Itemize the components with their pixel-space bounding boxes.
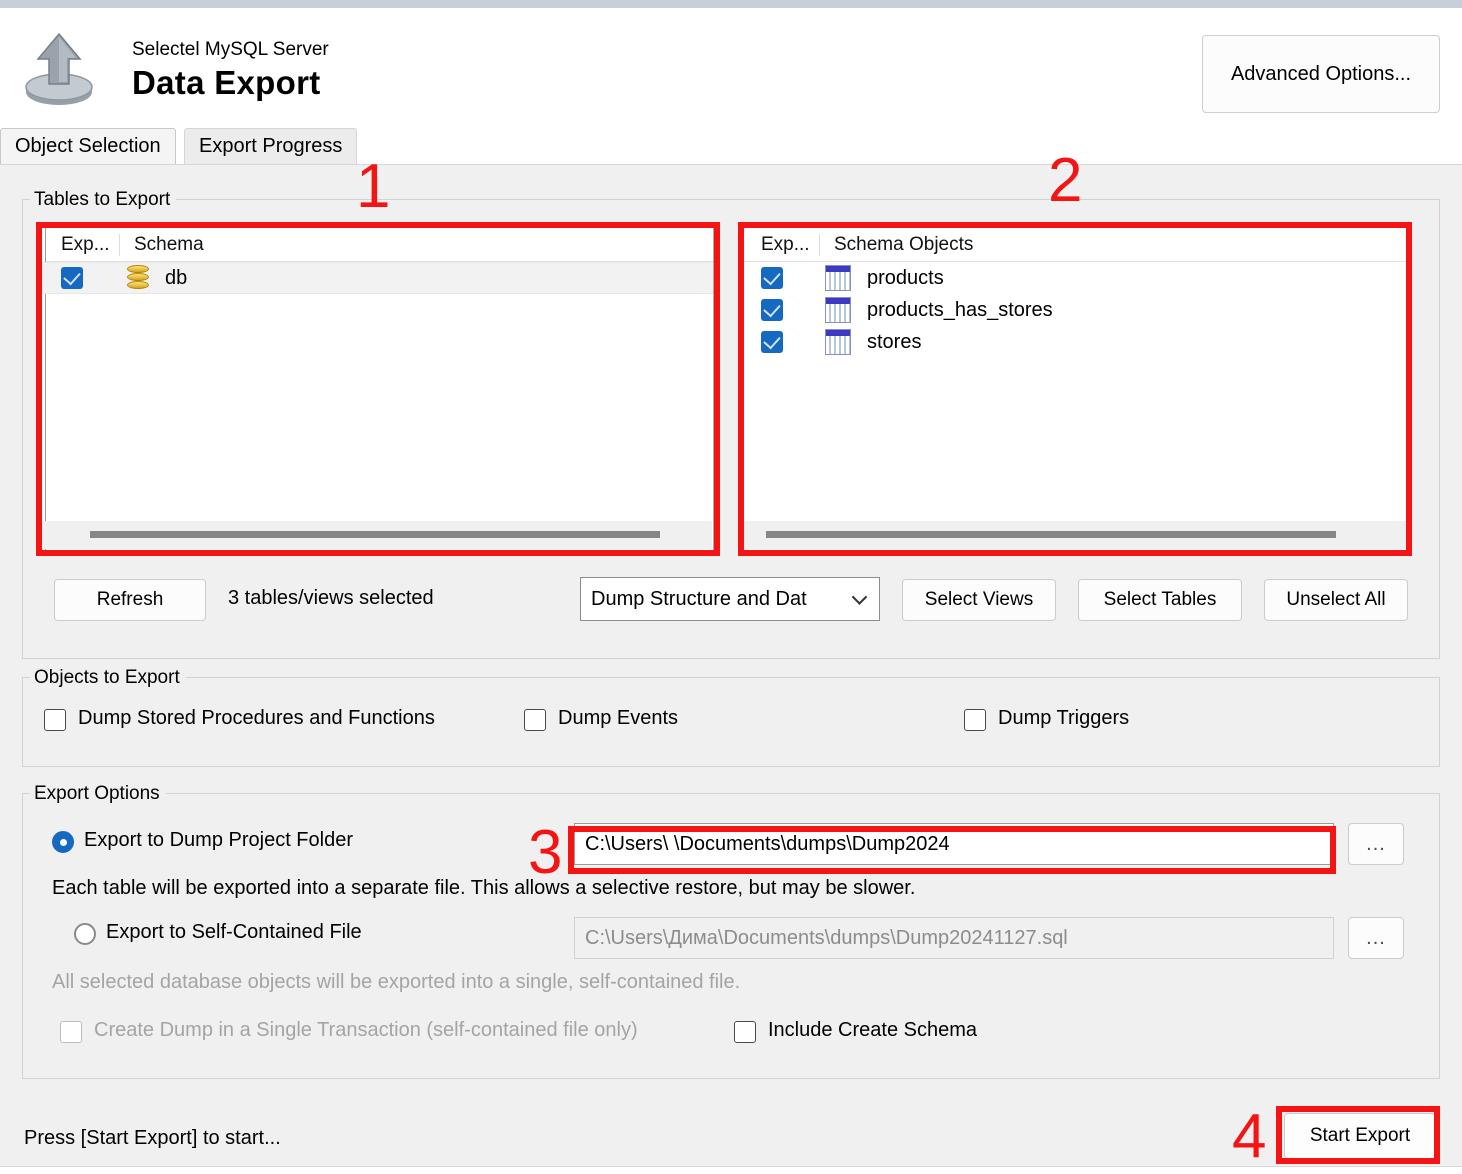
left-list-header: Exp... Schema (41, 228, 713, 262)
left-list-hscrollbar[interactable] (42, 521, 712, 549)
export-to-self-contained-label: Export to Self-Contained File (106, 921, 362, 943)
row-checkbox-checked[interactable] (61, 267, 83, 289)
table-icon (825, 329, 851, 355)
dump-triggers-label: Dump Triggers (998, 707, 1130, 729)
single-transaction-checkbox[interactable] (60, 1021, 82, 1043)
dump-events-checkbox[interactable] (524, 709, 546, 731)
browse-project-folder-button[interactable]: ... (1348, 823, 1404, 865)
object-name-label: stores (867, 330, 922, 353)
objects-to-export-group: Objects to Export Dump Stored Procedures… (22, 667, 1440, 767)
object-name-label: products (867, 266, 944, 289)
tables-to-export-legend: Tables to Export (30, 189, 177, 210)
export-options-group: Export Options Export to Dump Project Fo… (22, 783, 1440, 1079)
right-list-header: Exp... Schema Objects (741, 228, 1407, 262)
export-to-self-contained-radio[interactable] (74, 923, 96, 945)
left-tables-list[interactable]: Exp... Schema db (40, 227, 714, 551)
select-tables-button[interactable]: Select Tables (1078, 579, 1242, 621)
header-subtitle: Selectel MySQL Server (132, 39, 329, 60)
wizard-header: Selectel MySQL Server Data Export Advanc… (0, 8, 1462, 126)
export-to-project-folder-radio[interactable] (52, 831, 74, 853)
objects-to-export-legend: Objects to Export (30, 667, 186, 688)
left-list-body: db (41, 262, 713, 294)
table-icon (825, 297, 851, 323)
table-icon (825, 265, 851, 291)
table-row[interactable]: db (41, 262, 713, 294)
table-row[interactable]: products_has_stores (741, 294, 1407, 326)
row-checkbox-checked[interactable] (761, 331, 783, 353)
include-create-schema-label: Include Create Schema (768, 1019, 978, 1041)
tab-bar: Object Selection Export Progress (0, 128, 1462, 164)
start-export-button[interactable]: Start Export (1284, 1113, 1436, 1159)
tab-object-selection[interactable]: Object Selection (0, 128, 176, 164)
select-views-button[interactable]: Select Views (902, 579, 1056, 621)
right-list-body: products products_has_stores stores (741, 262, 1407, 358)
dump-stored-procedures-checkbox[interactable] (44, 709, 66, 731)
annotation-number-3: 3 (528, 818, 563, 887)
annotation-number-1: 1 (356, 152, 391, 221)
right-list-hscrollbar[interactable] (742, 521, 1406, 549)
include-create-schema-checkbox[interactable] (734, 1021, 756, 1043)
project-folder-hint: Each table will be exported into a separ… (52, 877, 916, 899)
browse-self-contained-file-button[interactable]: ... (1348, 917, 1404, 959)
export-upload-icon (25, 32, 93, 105)
advanced-options-button[interactable]: Advanced Options... (1202, 35, 1440, 113)
right-col-objects-header: Schema Objects (834, 233, 974, 255)
dump-mode-selected-value: Dump Structure and Dat (591, 587, 807, 610)
dump-project-folder-path[interactable]: C:\Users\ \Documents\dumps\Dump2024 (574, 823, 1334, 865)
tables-to-export-group: Tables to Export Exp... Schema db Exp...… (22, 189, 1440, 659)
export-options-legend: Export Options (30, 783, 166, 804)
dump-mode-select[interactable]: Dump Structure and Dat (580, 577, 880, 621)
self-contained-file-path[interactable]: C:\Users\Дима\Documents\dumps\Dump202411… (574, 917, 1334, 959)
dump-events-label: Dump Events (558, 707, 679, 729)
object-name-label: products_has_stores (867, 298, 1053, 321)
left-list-hscrollbar-thumb[interactable] (90, 531, 660, 538)
right-list-hscrollbar-thumb[interactable] (766, 531, 1336, 538)
single-transaction-label: Create Dump in a Single Transaction (sel… (94, 1019, 638, 1041)
status-text: Press [Start Export] to start... (24, 1127, 281, 1149)
selection-status-label: 3 tables/views selected (228, 587, 434, 609)
dump-triggers-checkbox[interactable] (964, 709, 986, 731)
dump-stored-procedures-label: Dump Stored Procedures and Functions (78, 707, 435, 729)
database-icon (127, 265, 149, 291)
table-row[interactable]: products (741, 262, 1407, 294)
unselect-all-button[interactable]: Unselect All (1264, 579, 1408, 621)
export-to-project-folder-label: Export to Dump Project Folder (84, 829, 353, 851)
row-checkbox-checked[interactable] (761, 299, 783, 321)
header-text-block: Selectel MySQL Server Data Export (132, 38, 329, 104)
page-title: Data Export (132, 64, 321, 101)
tab-export-progress[interactable]: Export Progress (184, 128, 358, 164)
data-export-wizard: Selectel MySQL Server Data Export Advanc… (0, 8, 1462, 1174)
refresh-button[interactable]: Refresh (54, 579, 206, 621)
right-objects-list[interactable]: Exp... Schema Objects products products_… (740, 227, 1408, 551)
left-col-schema-header: Schema (134, 233, 204, 255)
annotation-number-4: 4 (1232, 1102, 1267, 1171)
table-row[interactable]: stores (741, 326, 1407, 358)
annotation-number-2: 2 (1048, 146, 1083, 215)
row-checkbox-checked[interactable] (761, 267, 783, 289)
chevron-down-icon (851, 589, 868, 605)
self-contained-hint: All selected database objects will be ex… (52, 971, 741, 993)
window-top-strip (0, 0, 1462, 8)
wizard-body: Tables to Export Exp... Schema db Exp...… (0, 164, 1462, 1174)
left-col-export-header: Exp... (61, 233, 110, 255)
right-col-export-header: Exp... (761, 233, 810, 255)
schema-name-label: db (165, 266, 188, 289)
